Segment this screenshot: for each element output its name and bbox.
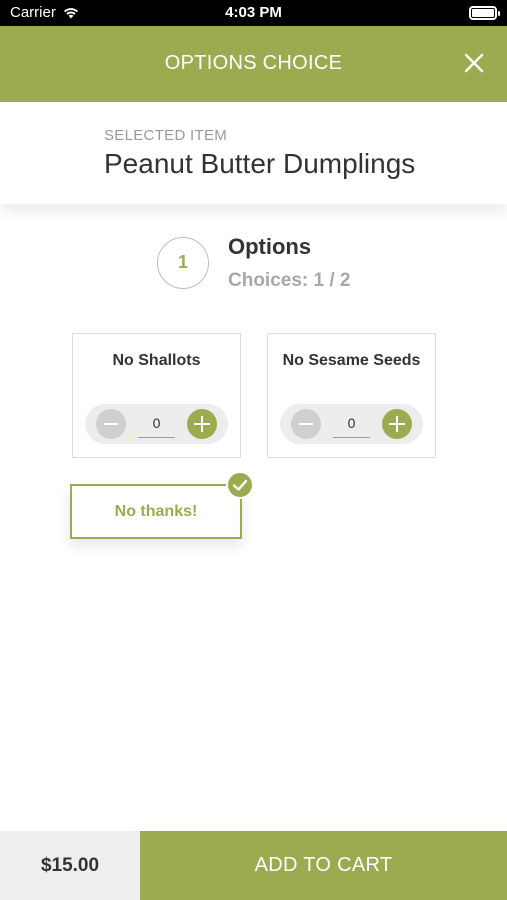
status-bar: Carrier 4:03 PM	[0, 0, 507, 26]
increment-button[interactable]	[382, 409, 412, 439]
quantity-value[interactable]: 0	[138, 412, 175, 438]
decrement-button[interactable]	[291, 409, 321, 439]
close-icon[interactable]	[463, 52, 485, 74]
selected-item-name: Peanut Butter Dumplings	[104, 148, 416, 179]
option-card-no-sesame-seeds[interactable]: No Sesame Seeds 0	[267, 333, 436, 458]
battery-icon	[469, 6, 500, 20]
option-label: No Shallots	[112, 352, 201, 369]
page-title: OPTIONS CHOICE	[164, 52, 343, 74]
checkmark-icon	[232, 479, 248, 491]
increment-button[interactable]	[187, 409, 217, 439]
header-bar: OPTIONS CHOICE	[0, 26, 507, 102]
add-to-cart-button[interactable]: ADD TO CART	[140, 831, 507, 900]
option-label: No Sesame Seeds	[282, 352, 421, 369]
quantity-stepper: 0	[280, 404, 423, 444]
step-number-badge: 1	[157, 237, 209, 289]
quantity-value[interactable]: 0	[333, 412, 370, 438]
checkmark-badge	[226, 471, 254, 499]
selected-item-caption: SELECTED ITEM	[104, 127, 228, 144]
options-title: Options	[228, 234, 312, 259]
clock: 4:03 PM	[225, 4, 282, 21]
no-thanks-button[interactable]: No thanks!	[70, 484, 242, 539]
footer-bar: $15.00 ADD TO CART	[0, 831, 507, 900]
selected-item-panel: SELECTED ITEM Peanut Butter Dumplings	[0, 102, 507, 204]
option-card-no-shallots[interactable]: No Shallots 0	[72, 333, 241, 458]
choices-counter: Choices: 1 / 2	[228, 270, 351, 291]
quantity-stepper: 0	[85, 404, 228, 444]
total-price: $15.00	[0, 831, 140, 900]
decrement-button[interactable]	[96, 409, 126, 439]
